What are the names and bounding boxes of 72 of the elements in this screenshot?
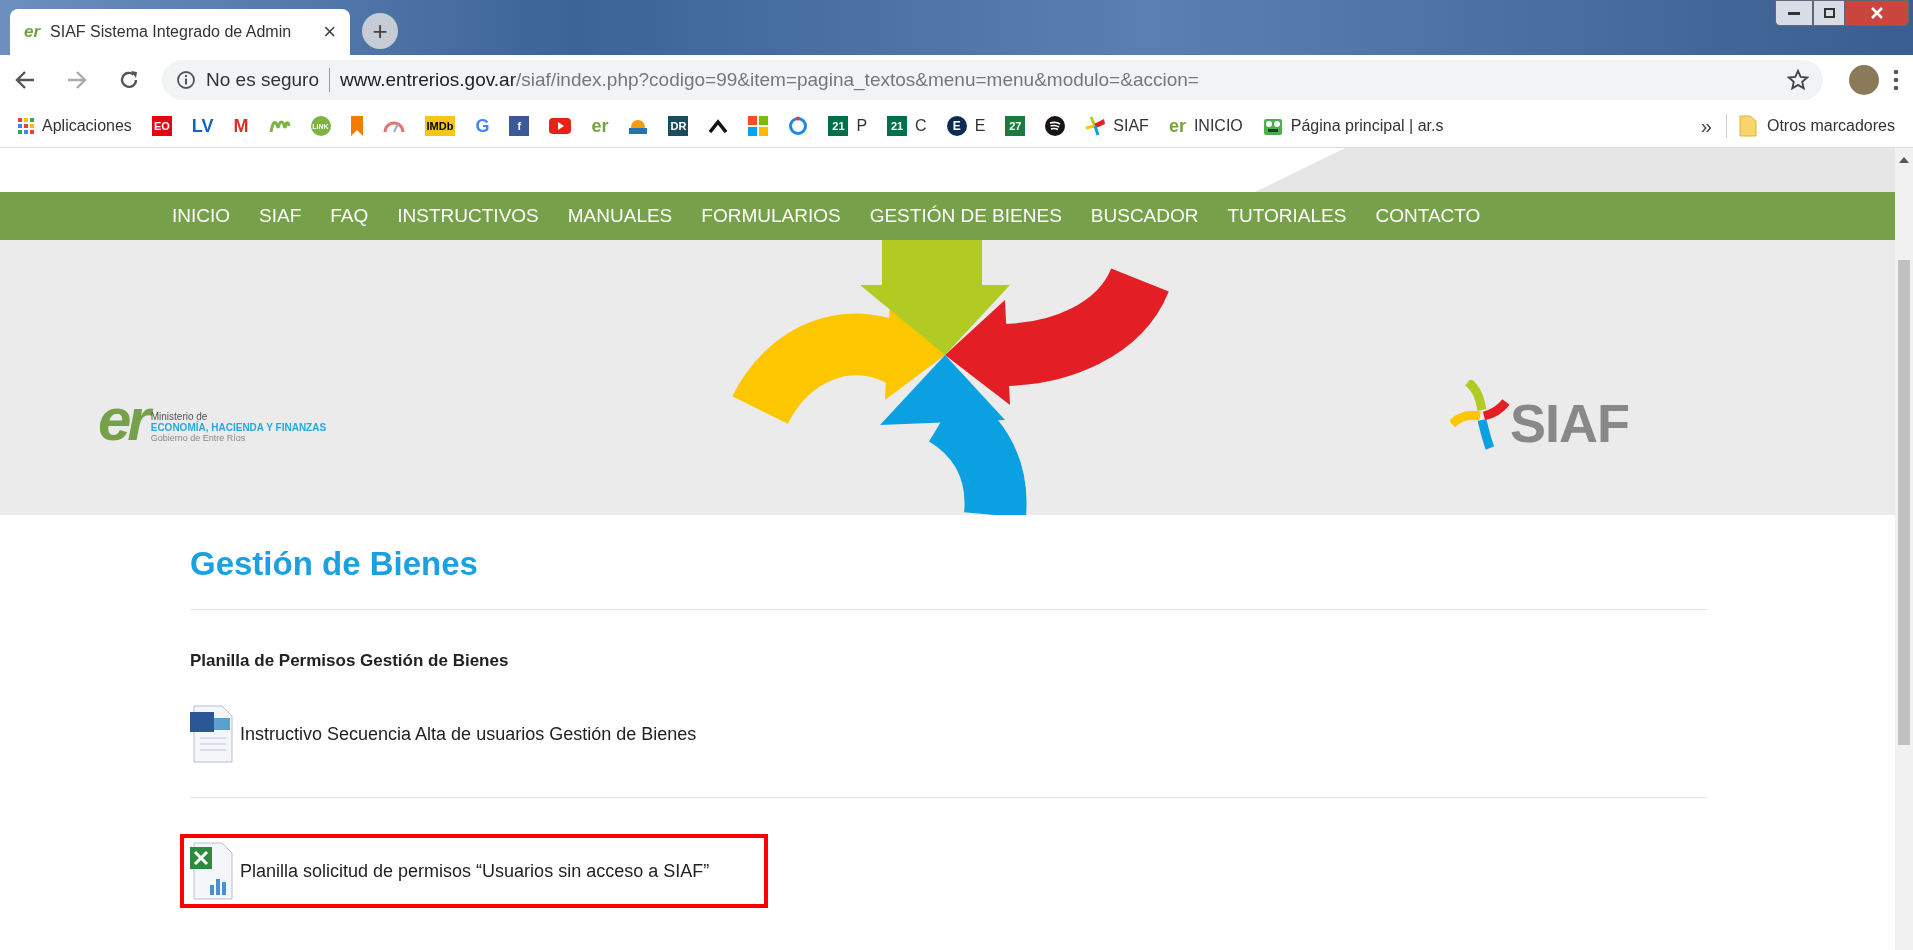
bookmark-ribbon-icon[interactable] xyxy=(350,116,363,136)
play-icon[interactable] xyxy=(549,118,572,134)
nav-link[interactable]: INICIO xyxy=(172,201,231,231)
bookmark-icon[interactable]: EO xyxy=(151,116,172,136)
nav-link[interactable]: CONTACTO xyxy=(1375,201,1481,231)
star-icon[interactable] xyxy=(1787,69,1809,91)
government-name: Gobierno de Entre Ríos xyxy=(150,433,247,444)
close-tab-button[interactable]: × xyxy=(323,21,336,43)
other-bookmarks-folder[interactable]: Otros marcadores xyxy=(1738,114,1895,138)
maximize-button[interactable] xyxy=(1813,0,1845,26)
bookmark-icon[interactable]: G xyxy=(475,117,490,135)
bookmark-icon[interactable]: 27 xyxy=(1005,116,1026,136)
url-text: www.entrerios.gov.ar/siaf/index.php?codigo=99&item=pagina_textos&menu=menu&modulo=&accion= xyxy=(340,67,1200,93)
bookmark-icon[interactable]: f xyxy=(509,116,530,136)
ministry-title: ECONOMÍA, HACIENDA Y FINANZAS xyxy=(150,422,327,433)
sunset-icon[interactable] xyxy=(628,117,649,135)
siaf-logo-text: SIAF xyxy=(1510,396,1629,450)
nav-link[interactable]: INSTRUCTIVOS xyxy=(397,201,539,231)
bookmark-icon[interactable]: DR xyxy=(668,116,689,136)
apps-icon xyxy=(18,118,34,134)
page-heading: Gestión de Bienes xyxy=(190,544,479,584)
minimize-button[interactable] xyxy=(1775,0,1813,26)
nav-link[interactable]: TUTORIALES xyxy=(1227,201,1347,231)
bookmark-icon: 21 xyxy=(887,116,908,136)
bookmark[interactable]: Página principal | ar.s xyxy=(1262,114,1444,138)
nav-link[interactable]: FAQ xyxy=(330,201,369,231)
nav-link[interactable]: GESTIÓN DE BIENES xyxy=(869,201,1062,231)
bookmark-icon: er xyxy=(1168,117,1186,135)
scrollbar[interactable] xyxy=(1895,148,1913,950)
nav-link[interactable]: BUSCADOR xyxy=(1090,201,1199,231)
scroll-up-icon[interactable] xyxy=(1899,156,1909,164)
chevron-icon[interactable] xyxy=(708,119,729,133)
ring-icon[interactable] xyxy=(788,116,809,136)
pinwheel-icon xyxy=(1450,380,1510,450)
gauge-icon[interactable] xyxy=(382,119,405,133)
browser-tab[interactable]: er SIAF Sistema Integrado de Admin × xyxy=(10,9,350,55)
bookmark[interactable]: 21 P xyxy=(828,114,868,138)
bookmark[interactable]: SIAF xyxy=(1085,114,1149,138)
word-document-icon xyxy=(190,704,234,764)
menu-icon[interactable] xyxy=(1893,69,1899,91)
close-window-button[interactable] xyxy=(1845,0,1909,26)
bookmark-icon[interactable]: M xyxy=(233,117,249,135)
bookmark-icon[interactable]: LV xyxy=(191,117,214,135)
bookmark-icon[interactable]: IMDb xyxy=(424,116,456,136)
bookmark[interactable]: er INICIO xyxy=(1168,114,1243,138)
nav-link[interactable]: SIAF xyxy=(259,201,302,231)
address-bar[interactable]: No es seguro www.entrerios.gov.ar/siaf/index.php?codigo=99&item=pagina_textos&menu=menu&modulo=&accion= xyxy=(162,60,1823,100)
back-icon[interactable] xyxy=(14,69,36,91)
nav-link[interactable]: MANUALES xyxy=(567,201,673,231)
folder-icon xyxy=(1738,115,1757,137)
security-label: No es seguro xyxy=(206,67,319,92)
new-tab-button[interactable]: + xyxy=(362,13,398,49)
windows-icon[interactable] xyxy=(748,116,769,136)
spreadsheet-document-icon xyxy=(190,841,234,901)
nav-link[interactable]: FORMULARIOS xyxy=(701,201,841,231)
info-icon[interactable] xyxy=(176,70,196,90)
ministry-name: Ministerio de xyxy=(150,411,209,422)
reload-icon[interactable] xyxy=(118,69,140,91)
spotify-icon[interactable] xyxy=(1045,116,1066,136)
bookmark-icon: E xyxy=(946,116,967,136)
document-link[interactable]: Instructivo Secuencia Alta de usuarios Gestión de Bienes xyxy=(240,720,697,748)
tab-favicon: er xyxy=(24,22,41,41)
bookmark-icon: 21 xyxy=(828,116,849,136)
section-title: Planilla de Permisos Gestión de Bienes xyxy=(190,649,510,672)
bookmark[interactable]: E E xyxy=(946,114,986,138)
bookmark[interactable]: 21 C xyxy=(887,114,927,138)
profile-avatar[interactable] xyxy=(1849,65,1879,95)
more-bookmarks-button[interactable]: » xyxy=(1700,111,1712,141)
bookmark[interactable]: Aplicaciones xyxy=(18,114,132,138)
close-icon xyxy=(1870,7,1884,19)
tab-title: SIAF Sistema Integrado de Admin xyxy=(50,22,293,42)
document-link[interactable]: Planilla solicitud de permisos “Usuarios sin acceso a SIAF” xyxy=(240,857,710,885)
